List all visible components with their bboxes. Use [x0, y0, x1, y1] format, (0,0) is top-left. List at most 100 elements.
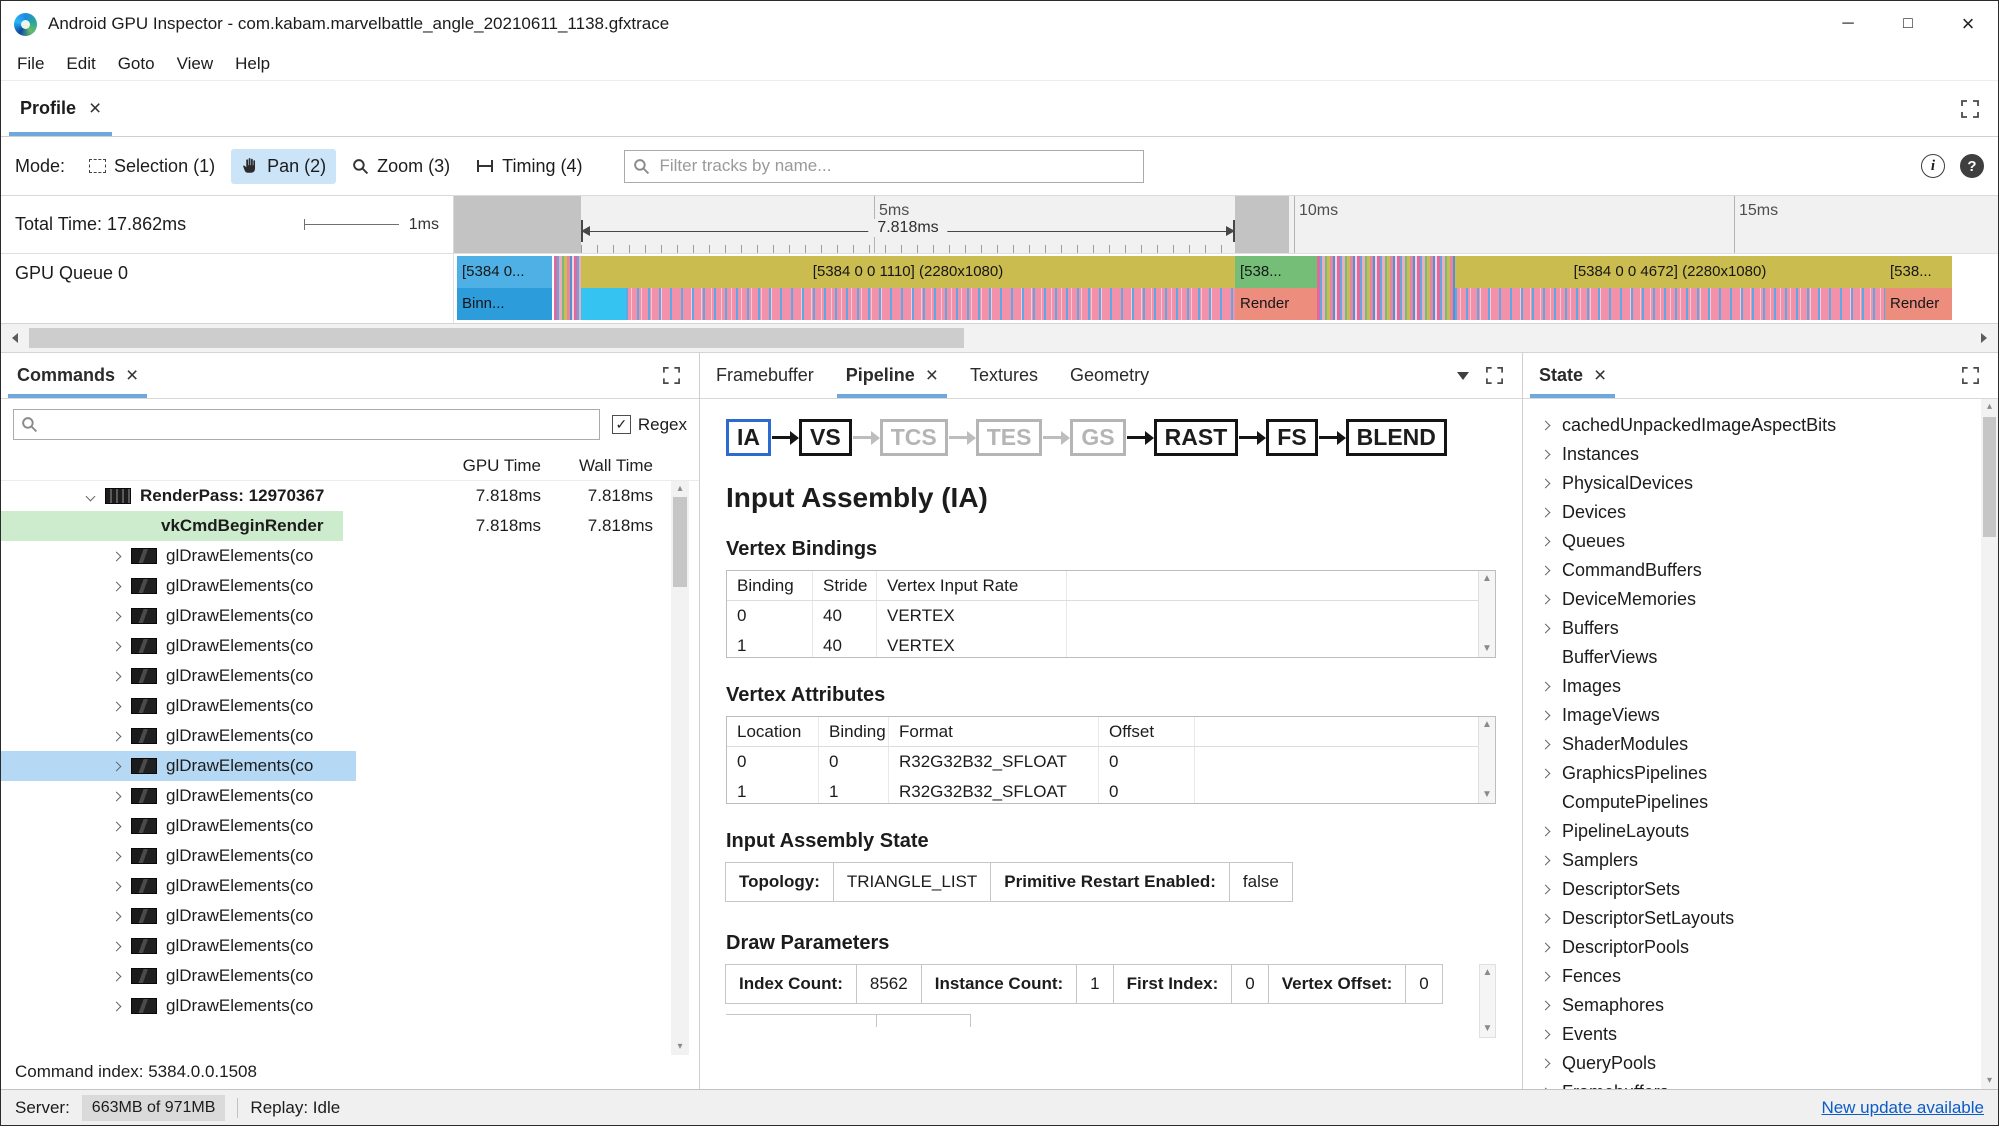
caret-right-icon[interactable] — [111, 821, 122, 832]
table-row[interactable]: 0 0 R32G32B32_SFLOAT 0 — [727, 747, 1495, 777]
caret-right-icon[interactable] — [111, 881, 122, 892]
fullscreen-icon[interactable] — [1485, 366, 1504, 385]
caret-right-icon[interactable] — [111, 551, 122, 562]
chevron-right-icon[interactable] — [1540, 710, 1551, 721]
tab-state[interactable]: State × — [1523, 353, 1622, 398]
scroll-up-arrow-icon[interactable]: ▲ — [1479, 572, 1495, 586]
caret-right-icon[interactable] — [111, 641, 122, 652]
chevron-right-icon[interactable] — [1540, 623, 1551, 634]
scroll-up-arrow-icon[interactable]: ▲ — [1479, 718, 1495, 732]
state-tree-item[interactable]: CommandBuffers — [1523, 556, 1998, 585]
menu-help[interactable]: Help — [224, 50, 281, 78]
regex-toggle[interactable]: ✓ Regex — [611, 415, 687, 435]
command-row[interactable]: glDrawElements(co — [1, 841, 699, 871]
scroll-up-arrow-icon[interactable]: ▴ — [1981, 400, 1998, 414]
gpu-queue-track[interactable]: [5384 0... Binn... [5384 0 0 1110] (2280x1… — [454, 254, 1998, 323]
state-tree[interactable]: cachedUnpackedImageAspectBits Instances Ph… — [1523, 399, 1998, 1089]
table-row[interactable]: 0 40 VERTEX — [727, 601, 1495, 631]
table-row[interactable]: 1 1 R32G32B32_SFLOAT 0 — [727, 777, 1495, 803]
fullscreen-icon[interactable] — [1960, 99, 1980, 119]
regex-checkbox[interactable]: ✓ — [611, 415, 631, 434]
caret-right-icon[interactable] — [111, 1001, 122, 1012]
chevron-right-icon[interactable] — [1540, 1029, 1551, 1040]
maximize-button[interactable]: □ — [1878, 1, 1938, 47]
state-tree-item[interactable]: ShaderModules — [1523, 730, 1998, 759]
tab-framebuffer[interactable]: Framebuffer — [700, 353, 830, 398]
state-tree-item[interactable]: GraphicsPipelines — [1523, 759, 1998, 788]
command-row[interactable]: glDrawElements(co — [1, 781, 699, 811]
scrollbar-thumb[interactable] — [673, 497, 687, 587]
caret-right-icon[interactable] — [111, 851, 122, 862]
command-row[interactable]: glDrawElements(co — [1, 751, 699, 781]
tab-geometry[interactable]: Geometry — [1054, 353, 1165, 398]
caret-right-icon[interactable] — [111, 701, 122, 712]
command-row[interactable]: glDrawElements(co — [1, 661, 699, 691]
commands-tree[interactable]: RenderPass: 12970367 7.818ms 7.818ms vkCmdB… — [1, 481, 699, 1055]
scroll-right-arrow-icon[interactable] — [1970, 324, 1998, 352]
stage-fs[interactable]: FS — [1266, 419, 1318, 456]
state-tree-item[interactable]: DescriptorSets — [1523, 875, 1998, 904]
scroll-up-arrow-icon[interactable]: ▴ — [671, 482, 689, 496]
menu-edit[interactable]: Edit — [55, 50, 106, 78]
state-tree-item[interactable]: Buffers — [1523, 614, 1998, 643]
close-button[interactable]: × — [1938, 1, 1998, 47]
chevron-right-icon[interactable] — [1540, 1000, 1551, 1011]
state-tree-item[interactable]: Framebuffers — [1523, 1078, 1998, 1089]
menu-file[interactable]: File — [6, 50, 55, 78]
scroll-down-arrow-icon[interactable]: ▼ — [1480, 1022, 1495, 1036]
mode-selection-button[interactable]: Selection (1) — [79, 149, 225, 184]
state-tree-item[interactable]: PhysicalDevices — [1523, 469, 1998, 498]
stage-blend[interactable]: BLEND — [1345, 419, 1447, 456]
caret-right-icon[interactable] — [111, 581, 122, 592]
command-row[interactable]: glDrawElements(co — [1, 691, 699, 721]
caret-down-icon[interactable] — [85, 491, 96, 502]
state-tree-item[interactable]: ComputePipelines — [1523, 788, 1998, 817]
scrollbar-thumb[interactable] — [29, 328, 964, 348]
fullscreen-icon[interactable] — [1961, 366, 1980, 385]
scrollbar-thumb[interactable] — [1983, 417, 1996, 537]
command-row[interactable]: glDrawElements(co — [1, 571, 699, 601]
state-tree-item[interactable]: Semaphores — [1523, 991, 1998, 1020]
tab-pipeline[interactable]: Pipeline × — [830, 353, 954, 398]
timeline-activity-stripes[interactable] — [1317, 256, 1455, 320]
mode-zoom-button[interactable]: Zoom (3) — [342, 149, 460, 184]
filter-tracks-input[interactable] — [624, 149, 1145, 183]
tab-commands[interactable]: Commands × — [1, 353, 154, 398]
state-tree-item[interactable]: Events — [1523, 1020, 1998, 1049]
chevron-right-icon[interactable] — [1540, 449, 1551, 460]
scroll-down-arrow-icon[interactable]: ▼ — [1479, 642, 1495, 656]
menu-goto[interactable]: Goto — [107, 50, 166, 78]
chevron-right-icon[interactable] — [1540, 942, 1551, 953]
state-scrollbar[interactable]: ▴ ▾ — [1981, 399, 1998, 1089]
chevron-right-icon[interactable] — [1540, 507, 1551, 518]
stage-ia[interactable]: IA — [726, 419, 771, 456]
table-scrollbar[interactable]: ▲ ▼ — [1478, 571, 1495, 657]
state-tree-item[interactable]: QueryPools — [1523, 1049, 1998, 1078]
fullscreen-icon[interactable] — [662, 366, 681, 385]
state-tree-item[interactable]: BufferViews — [1523, 643, 1998, 672]
scroll-down-arrow-icon[interactable]: ▾ — [1981, 1074, 1998, 1088]
command-row[interactable]: glDrawElements(co — [1, 811, 699, 841]
state-tree-item[interactable]: Instances — [1523, 440, 1998, 469]
stage-rast[interactable]: RAST — [1153, 419, 1239, 456]
caret-right-icon[interactable] — [111, 971, 122, 982]
timeline-block[interactable]: [538... Render — [1885, 256, 1952, 320]
commands-scrollbar[interactable]: ▴ ▾ — [671, 481, 689, 1055]
chevron-right-icon[interactable] — [1540, 565, 1551, 576]
timeline-block[interactable]: [5384 0... Binn... — [457, 256, 552, 320]
caret-right-icon[interactable] — [111, 611, 122, 622]
tab-profile[interactable]: Profile × — [1, 81, 120, 136]
command-row[interactable]: glDrawElements(co — [1, 721, 699, 751]
close-icon[interactable]: × — [89, 98, 101, 119]
scroll-up-arrow-icon[interactable]: ▲ — [1480, 966, 1495, 980]
minimize-button[interactable]: ─ — [1818, 1, 1878, 47]
close-icon[interactable]: × — [126, 365, 138, 386]
menu-view[interactable]: View — [166, 50, 225, 78]
stage-vs[interactable]: VS — [799, 419, 852, 456]
state-tree-item[interactable]: DeviceMemories — [1523, 585, 1998, 614]
chevron-right-icon[interactable] — [1540, 971, 1551, 982]
state-tree-item[interactable]: DescriptorPools — [1523, 933, 1998, 962]
command-row[interactable]: glDrawElements(co — [1, 931, 699, 961]
update-available-link[interactable]: New update available — [1821, 1098, 1984, 1118]
chevron-right-icon[interactable] — [1540, 855, 1551, 866]
